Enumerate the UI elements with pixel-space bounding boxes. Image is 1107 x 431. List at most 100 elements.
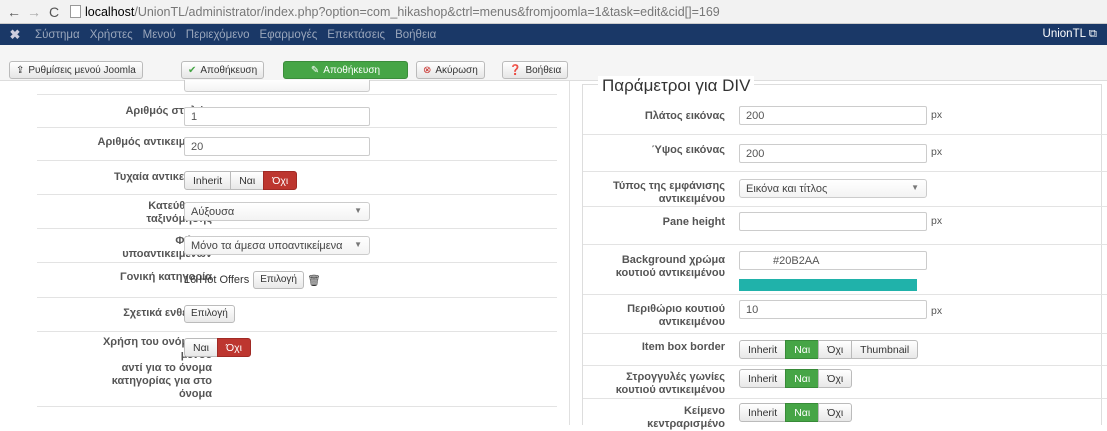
upload-icon: ⇪ <box>16 64 25 76</box>
border-thumbnail-button[interactable]: Thumbnail <box>851 340 919 359</box>
margin-label: Περιθώριο κουτιού αντικειμένου <box>627 303 725 329</box>
center-no-button[interactable]: Όχι <box>818 403 853 422</box>
admin-menu-bar: ✖ Σύστημα Χρήστες Μενού Περιεχόμενο Εφαρ… <box>0 24 1107 45</box>
forward-arrow-icon[interactable]: → <box>26 4 42 20</box>
chevron-down-icon: ▼ <box>354 240 362 249</box>
margin-input[interactable]: 10 <box>739 300 927 319</box>
help-button[interactable]: ❓ Βοήθεια <box>502 61 569 79</box>
menu-content[interactable]: Περιεχόμενο <box>181 29 255 41</box>
site-name: UnionTL <box>1042 28 1086 40</box>
use-menu-label-line-5: όνομα <box>178 388 212 400</box>
filter-select-value: Μόνο τα άμεσα υποαντικείμενα <box>191 240 343 252</box>
form-row-use-menu-name: Χρήση του ονόματος μενού αντί για το όνο… <box>37 331 557 406</box>
use-menu-no-button[interactable]: Όχι <box>217 338 251 357</box>
check-icon: ✔ <box>188 64 197 76</box>
menu-users[interactable]: Χρήστες <box>85 29 138 41</box>
filter-select[interactable]: Μόνο τα άμεσα υποαντικείμενα ▼ <box>184 236 370 255</box>
center-inherit-button[interactable]: Inherit <box>739 403 787 422</box>
chevron-down-icon: ▼ <box>354 206 362 215</box>
site-link[interactable]: UnionTL ⧉ <box>1043 28 1097 41</box>
bg-color-label-line-2: κουτιού αντικειμένου <box>615 267 725 279</box>
bg-color-input[interactable]: #20B2AA <box>739 251 927 270</box>
items-input[interactable]: 20 <box>184 137 370 156</box>
rounded-no-button[interactable]: Όχι <box>818 369 853 388</box>
url-host: localhost <box>85 4 135 19</box>
display-type-select[interactable]: Εικόνα και τίτλος ▼ <box>739 179 927 198</box>
center-text-label: Κείμενο κεντραρισμένο <box>647 405 725 431</box>
rounded-yes-button[interactable]: Ναι <box>785 369 820 388</box>
use-menu-toggle: Ναι Όχι <box>184 338 251 357</box>
image-height-label: Ύψος εικόνας <box>651 144 725 156</box>
joomla-menu-settings-button[interactable]: ⇪ Ρυθμίσεις μενού Joomla <box>9 61 143 79</box>
sort-select-value: Αύξουσα <box>191 206 235 218</box>
save-close-label: Αποθήκευση <box>323 64 381 76</box>
image-width-input[interactable]: 200 <box>739 106 927 125</box>
margin-label-line-2: αντικειμένου <box>658 316 725 328</box>
joomla-menu-settings-label: Ρυθμίσεις μενού Joomla <box>28 64 136 76</box>
random-no-button[interactable]: Όχι <box>263 171 298 190</box>
use-menu-label-line-4: κατηγορίας για στο <box>111 375 212 387</box>
use-menu-yes-button[interactable]: Ναι <box>184 338 218 357</box>
margin-unit: px <box>931 305 943 317</box>
url-field[interactable]: localhost/UnionTL/administrator/index.ph… <box>66 3 720 21</box>
rounded-toggle: Inherit Ναι Όχι <box>739 369 853 388</box>
browser-address-bar: ← → C localhost/UnionTL/administrator/in… <box>0 0 1107 24</box>
pane-height-unit: px <box>931 215 943 227</box>
back-arrow-icon[interactable]: ← <box>6 4 22 20</box>
image-width-unit: px <box>931 109 943 121</box>
border-no-button[interactable]: Όχι <box>818 340 853 359</box>
reload-icon[interactable]: C <box>46 4 62 20</box>
url-path: /UnionTL/administrator/index.php?option=… <box>134 4 720 19</box>
rounded-label-line-2: κουτιού αντικειμένου <box>615 384 725 396</box>
save-button[interactable]: ✔ Αποθήκευση <box>181 61 265 79</box>
cancel-icon: ⊗ <box>423 64 432 76</box>
pane-height-input[interactable] <box>739 212 927 231</box>
color-swatch[interactable] <box>739 279 917 291</box>
help-label: Βοήθεια <box>525 64 562 76</box>
parent-value: 16 Hot Offers <box>184 274 250 286</box>
save-close-button[interactable]: ✎ Αποθήκευση <box>283 61 408 79</box>
image-height-input[interactable]: 200 <box>739 144 927 163</box>
sort-select[interactable]: Αύξουσα ▼ <box>184 202 370 221</box>
random-inherit-button[interactable]: Inherit <box>184 171 232 190</box>
previous-select-partial[interactable] <box>184 80 370 92</box>
form-row-items: Αριθμός αντικειμένων 20 <box>37 127 557 160</box>
menu-components[interactable]: Εφαρμογές <box>254 29 322 41</box>
external-link-icon: ⧉ <box>1088 28 1097 40</box>
columns-input[interactable]: 1 <box>184 107 370 126</box>
menu-menus[interactable]: Μενού <box>138 29 181 41</box>
rounded-inherit-button[interactable]: Inherit <box>739 369 787 388</box>
pane-height-label: Pane height <box>662 216 725 228</box>
joomla-logo-icon[interactable]: ✖ <box>0 27 30 43</box>
form-row-related: Σχετικά ενθέματα Επιλογή <box>37 297 557 331</box>
random-toggle: Inherit Ναι Όχι <box>184 171 298 190</box>
item-border-label: Item box border <box>641 341 725 353</box>
bg-color-label-line-1: Background χρώμα <box>621 254 725 266</box>
cancel-button[interactable]: ⊗ Ακύρωση <box>416 61 485 79</box>
border-inherit-button[interactable]: Inherit <box>739 340 787 359</box>
form-row-random: Τυχαία αντικείμενα Inherit Ναι Όχι <box>37 160 557 194</box>
menu-system[interactable]: Σύστημα <box>30 29 85 41</box>
menu-help[interactable]: Βοήθεια <box>390 29 441 41</box>
form-row-filter: Φίλτρο υποαντικειμένων Μόνο τα άμεσα υπο… <box>37 228 557 262</box>
related-select-button[interactable]: Επιλογή <box>184 305 235 323</box>
column-divider <box>569 81 570 425</box>
image-height-unit: px <box>931 146 943 158</box>
page-icon <box>70 5 81 18</box>
toolbar: ⇪ Ρυθμίσεις μενού Joomla ✔ Αποθήκευση ✎ Απο… <box>0 45 1107 81</box>
form-row-columns: Αριθμός στηλών 1 <box>37 94 557 127</box>
menu-extensions[interactable]: Επεκτάσεις <box>322 29 390 41</box>
image-width-label: Πλάτος εικόνας <box>644 110 725 122</box>
item-border-toggle: Inherit Ναι Όχι Thumbnail <box>739 340 919 359</box>
margin-label-line-1: Περιθώριο κουτιού <box>627 303 725 315</box>
border-yes-button[interactable]: Ναι <box>785 340 820 359</box>
display-type-label-line-2: αντικειμένου <box>658 193 725 205</box>
center-yes-button[interactable]: Ναι <box>785 403 820 422</box>
form-row-sort: Κατεύθυνση ταξινόμησης Αύξουσα ▼ <box>37 194 557 228</box>
parent-select-button[interactable]: Επιλογή <box>253 271 304 289</box>
random-yes-button[interactable]: Ναι <box>230 171 265 190</box>
save-label: Αποθήκευση <box>200 64 258 76</box>
display-type-label: Τύπος της εμφάνισης αντικειμένου <box>613 180 725 206</box>
rounded-label-line-1: Στρογγυλές γωνίες <box>626 371 725 383</box>
trash-icon[interactable]: 🗑 <box>307 274 321 287</box>
